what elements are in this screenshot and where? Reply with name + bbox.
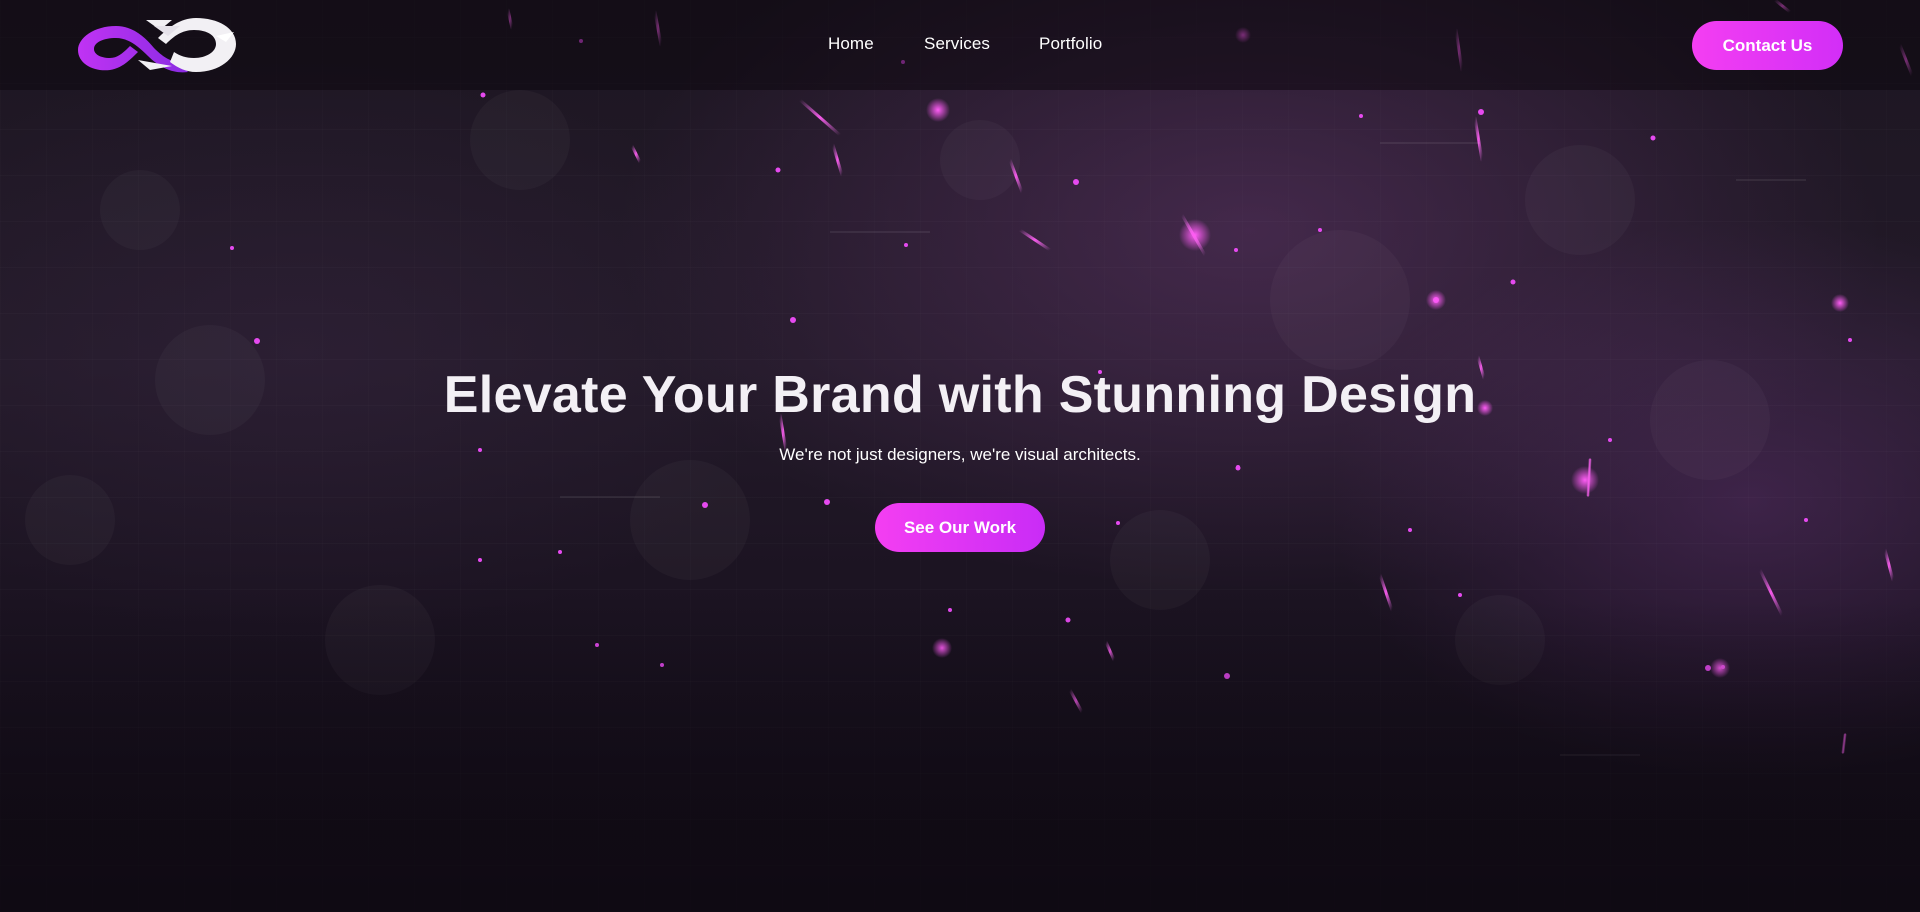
contact-us-label: Contact Us bbox=[1722, 35, 1813, 55]
contact-us-button[interactable]: Contact Us bbox=[1692, 21, 1843, 70]
see-our-work-label: See Our Work bbox=[903, 517, 1017, 537]
nav-services[interactable]: Services bbox=[924, 34, 990, 54]
nav-portfolio[interactable]: Portfolio bbox=[1039, 34, 1102, 54]
site-header: Home Services Portfolio Contact Us bbox=[0, 0, 1920, 90]
hero-title: Elevate Your Brand with Stunning Design bbox=[443, 366, 1477, 424]
landing-page: Home Services Portfolio Contact Us Eleva… bbox=[0, 0, 1920, 912]
hero-subtitle: We're not just designers, we're visual a… bbox=[779, 445, 1141, 464]
nav-home[interactable]: Home bbox=[828, 34, 874, 54]
bottom-fade bbox=[0, 600, 1920, 912]
infinity-logo-icon bbox=[78, 18, 236, 73]
logo-link[interactable] bbox=[76, 12, 238, 78]
see-our-work-button[interactable]: See Our Work bbox=[875, 503, 1045, 552]
